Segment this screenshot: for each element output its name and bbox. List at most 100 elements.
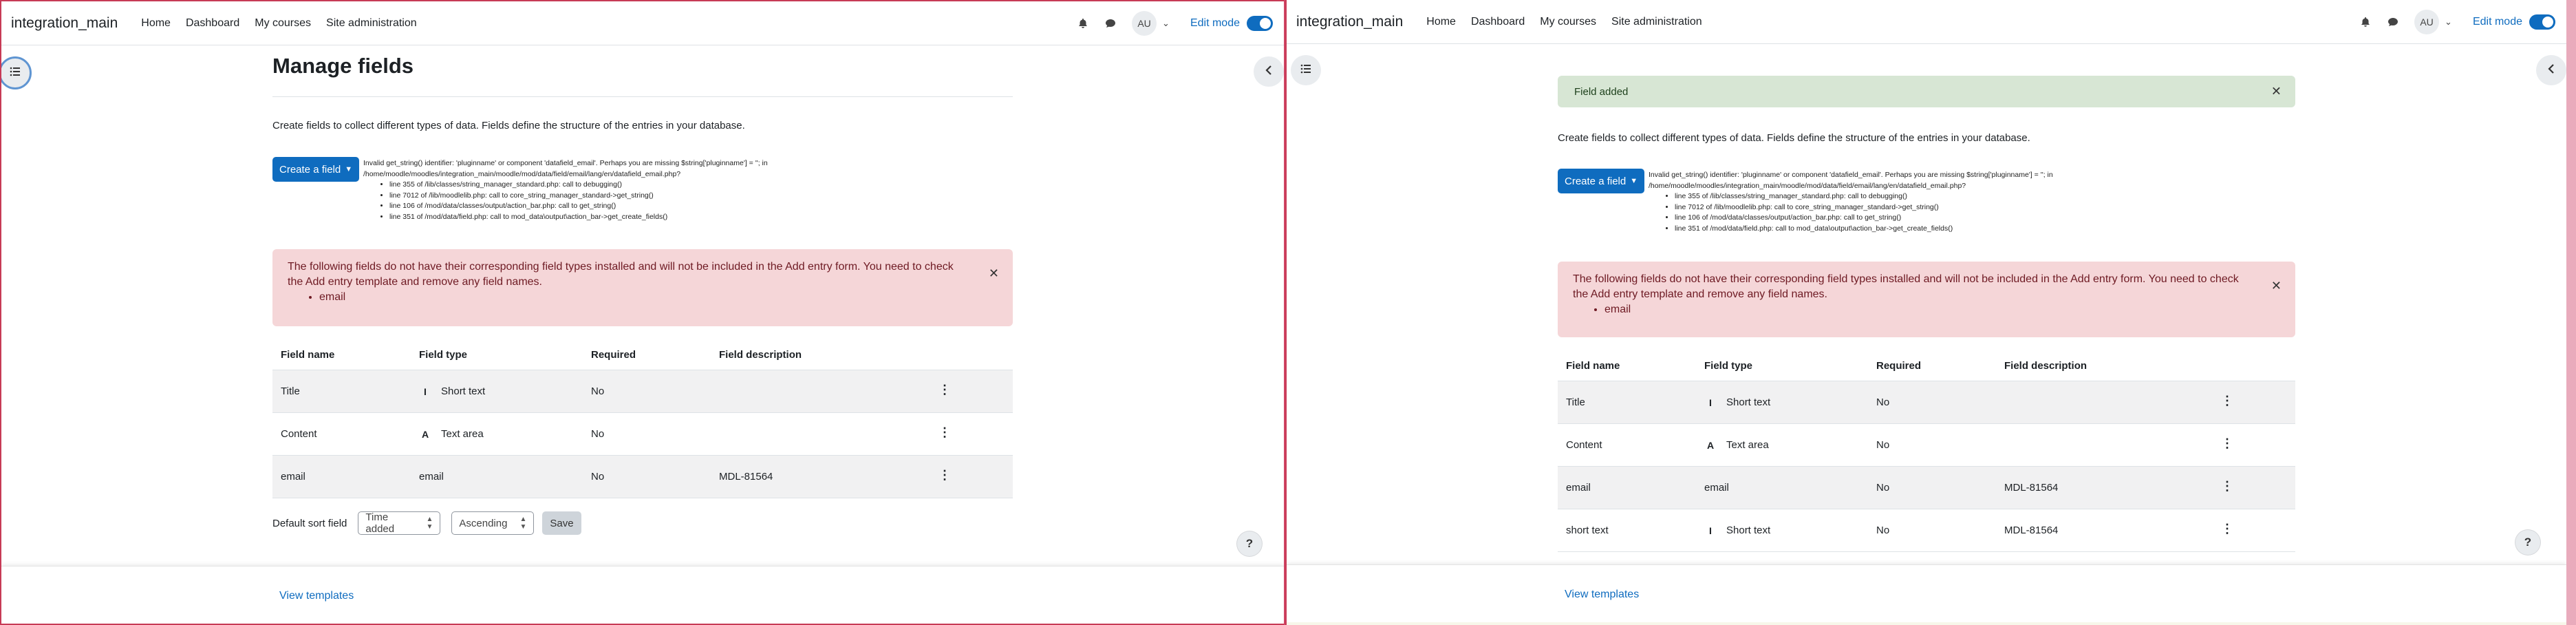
text-cursor-icon: I [1709,396,1712,408]
create-field-button[interactable]: Create a field ▼ [1558,169,1645,193]
header-field-description: Field description [719,349,802,361]
site-name[interactable]: integration_main [11,15,118,32]
header-field-type: Field type [1704,360,1753,372]
debug-trace-line: line 7012 of /lib/moodlelib.php: call to… [389,191,1010,202]
close-icon[interactable]: ✕ [2271,278,2282,293]
view-templates-link[interactable]: View templates [1565,589,1639,601]
intro-text: Create fields to collect different types… [272,120,745,131]
header-required: Required [1876,360,1922,372]
field-type-label: Short text [1726,396,1771,408]
field-type: email [419,471,591,483]
field-type: A Text area [1704,439,1876,451]
create-field-label: Create a field [279,163,341,176]
sort-caret-icon: ▲ ▼ [519,516,527,531]
font-icon: A [1706,439,1715,451]
header-required: Required [591,349,636,361]
kebab-menu-icon[interactable]: ⋮ [2221,480,2233,492]
save-button[interactable]: Save [542,511,581,535]
course-index-toggle[interactable] [1291,55,1321,85]
field-type-label: email [419,471,444,483]
kebab-menu-icon[interactable]: ⋮ [2221,394,2233,407]
create-field-label: Create a field [1565,175,1627,187]
kebab-menu-icon[interactable]: ⋮ [2221,522,2233,535]
header-field-description: Field description [2004,360,2087,372]
edit-mode-toggle[interactable] [1247,16,1273,31]
course-index-toggle[interactable] [1,56,32,89]
nav-home[interactable]: Home [1426,16,1456,28]
left-pane: integration_main Home Dashboard My cours… [0,0,1284,625]
view-templates-link[interactable]: View templates [279,590,354,602]
list-icon [10,67,21,80]
field-required: No [591,385,605,397]
bell-icon[interactable] [2359,16,2372,28]
field-description: MDL-81564 [719,471,773,483]
nav-dashboard[interactable]: Dashboard [186,17,239,30]
sort-order-select[interactable]: Ascending ▲ ▼ [451,511,535,535]
help-button[interactable]: ? [2515,530,2540,555]
block-drawer-toggle[interactable] [2536,55,2566,85]
create-field-button[interactable]: Create a field ▼ [272,157,360,182]
avatar[interactable]: AU [2414,10,2440,34]
sort-label: Default sort field [272,517,347,529]
debug-trace-line: line 355 of /lib/classes/string_manager_… [1675,191,2295,202]
alert-list-item: email [1604,302,2280,317]
edit-mode-label: Edit mode [1190,17,1240,29]
close-icon[interactable]: ✕ [989,266,999,281]
field-added-alert: Field added ✕ [1558,76,2295,107]
block-drawer-toggle[interactable] [1254,56,1284,87]
field-description: MDL-81564 [2004,525,2059,536]
debug-trace: line 355 of /lib/classes/string_manager_… [1649,191,2295,234]
table-row: Title I Short text No ⋮ [1558,381,2295,424]
nav-site-administration[interactable]: Site administration [1611,16,1702,28]
field-name: email [1566,482,1591,494]
kebab-menu-icon[interactable]: ⋮ [2221,437,2233,449]
field-name: Title [281,385,300,397]
chevron-left-icon [2547,63,2555,77]
nav-site-administration[interactable]: Site administration [326,17,417,30]
intro-text: Create fields to collect different types… [1558,132,2030,144]
table-row: Title I Short text No ⋮ [272,370,1013,413]
table-header: Field name Field type Required Field des… [272,340,1013,370]
edit-mode-toggle[interactable] [2529,14,2555,30]
alert-list: email [1573,302,2280,317]
chevron-down-icon[interactable]: ⌄ [2445,17,2452,28]
field-name: short text [1566,525,1609,536]
chevron-down-icon[interactable]: ⌄ [1162,18,1170,29]
bell-icon[interactable] [1077,17,1089,30]
default-sort-row: Default sort field Time added ▲ ▼ Ascendin… [272,511,581,535]
debug-trace-line: line 351 of /mod/data/field.php: call to… [389,212,1010,223]
field-required: No [591,471,605,483]
nav-my-courses[interactable]: My courses [1540,16,1596,28]
header-field-name: Field name [281,349,335,361]
avatar[interactable]: AU [1132,11,1157,36]
sort-field-select[interactable]: Time added ▲ ▼ [358,511,441,535]
field-description: MDL-81564 [2004,482,2059,494]
table-row: Content A Text area No ⋮ [272,413,1013,456]
nav-home[interactable]: Home [141,17,171,30]
debug-trace-line: line 351 of /mod/data/field.php: call to… [1675,224,2295,235]
fields-table: Field name Field type Required Field des… [1558,351,2295,552]
site-name[interactable]: integration_main [1296,14,1403,30]
nav-my-courses[interactable]: My courses [255,17,311,30]
fields-table: Field name Field type Required Field des… [272,340,1013,498]
chat-icon[interactable] [1104,17,1117,30]
font-icon: A [421,428,429,440]
kebab-menu-icon[interactable]: ⋮ [938,469,951,481]
nav-dashboard[interactable]: Dashboard [1471,16,1525,28]
field-type-label: email [1704,482,1729,494]
debug-trace-line: line 355 of /lib/classes/string_manager_… [389,180,1010,191]
field-type: I Short text [1704,396,1876,408]
field-required: No [1876,439,1890,451]
table-row: short text I Short text No MDL-81564 ⋮ [1558,509,2295,552]
kebab-menu-icon[interactable]: ⋮ [938,383,951,396]
close-icon[interactable]: ✕ [2271,85,2282,99]
chat-icon[interactable] [2387,16,2399,28]
kebab-menu-icon[interactable]: ⋮ [938,426,951,438]
header-field-name: Field name [1566,360,1620,372]
debug-message: Invalid get_string() identifier: 'plugin… [363,158,1010,222]
field-type-label: Text area [441,428,484,440]
footer-strip [1287,622,2566,625]
table-row: Content A Text area No ⋮ [1558,424,2295,467]
help-button[interactable]: ? [1237,531,1262,556]
field-required: No [591,428,605,440]
